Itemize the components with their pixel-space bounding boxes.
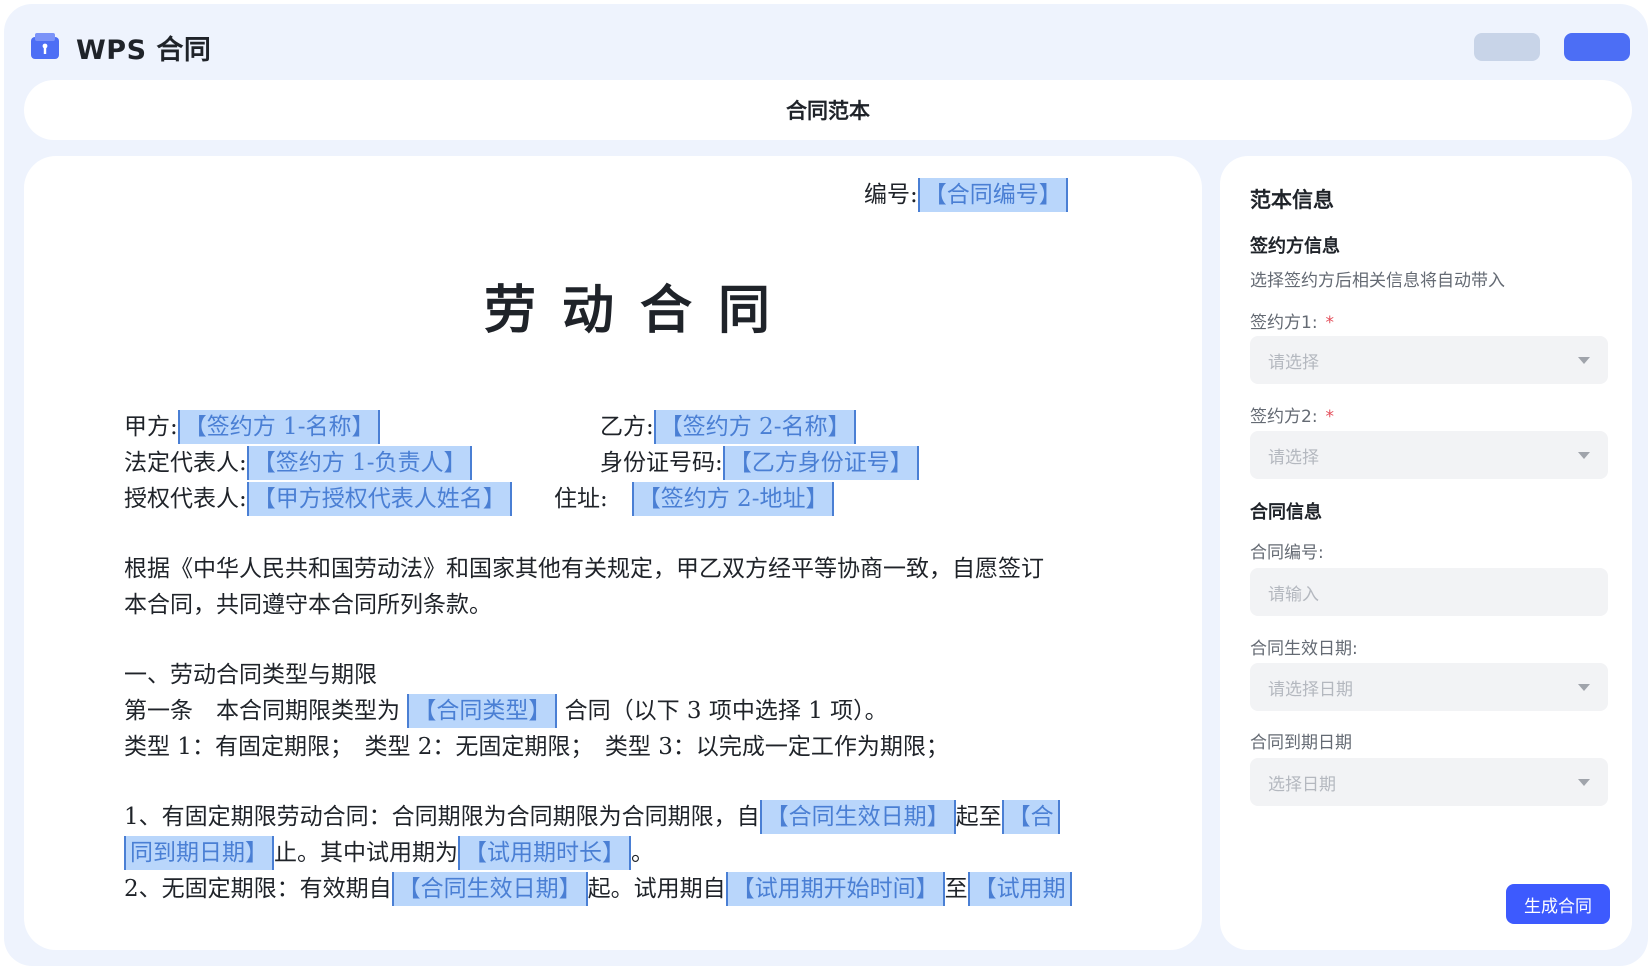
contract-logo-icon [31, 33, 59, 59]
contract-number-label: 合同编号: [1250, 543, 1324, 563]
tab-contract-template[interactable]: 合同范本 [786, 95, 870, 125]
item-2-to: 至 [944, 876, 968, 902]
effective-date-field[interactable]: 【合同生效日期】 [759, 800, 956, 834]
signer-2-label-text: 签约方2: [1250, 407, 1318, 427]
contract-number-field[interactable]: 【合同编号】 [917, 178, 1068, 212]
legal-rep-line: 法定代表人: 【签约方 1-负责人】 [124, 446, 473, 480]
primary-action-button[interactable] [1564, 33, 1630, 61]
required-mark: * [1325, 313, 1335, 333]
signer-section-title: 签约方信息 [1250, 236, 1340, 257]
address-field[interactable]: 【签约方 2-地址】 [631, 482, 835, 516]
item-1-end: 止。其中试用期为 [274, 840, 458, 866]
id-number-line: 身份证号码: 【乙方身份证号】 [600, 446, 919, 480]
app-title: WPS 合同 [76, 35, 212, 66]
types-line: 类型 1：有固定期限； 类型 2：无固定期限； 类型 3：以完成一定工作为期限； [124, 734, 949, 760]
number-label: 编号: [864, 182, 918, 208]
expiry-date-placeholder: 选择日期 [1268, 774, 1336, 795]
auth-rep-field[interactable]: 【甲方授权代表人姓名】 [246, 482, 512, 516]
article-1-line: 第一条 本合同期限类型为 【合同类型】 合同（以下 3 项中选择 1 项）。 [124, 694, 888, 728]
party-a-label: 甲方: [124, 414, 178, 440]
item-2-line: 2、无固定期限：有效期自 【合同生效日期】 起。试用期自 【试用期开始时间】至【试用期 [124, 872, 1072, 906]
expiry-date-field-start[interactable]: 【合 [1001, 800, 1060, 834]
expiry-date-picker[interactable]: 选择日期 [1250, 758, 1608, 806]
party-b-label: 乙方: [600, 414, 654, 440]
contract-document: 编号: 【合同编号】 劳动合同 甲方: 【签约方 1-名称】 乙方: 【签约方 2-名… [24, 156, 1202, 950]
panel-title: 范本信息 [1250, 188, 1334, 212]
section-heading: 一、劳动合同类型与期限 [124, 662, 377, 688]
effective-date-placeholder: 请选择日期 [1268, 679, 1353, 700]
item-1-line-1: 1、有固定期限劳动合同：合同期限为合同期限为合同期限，自 【合同生效日期】 起至 【合 [124, 800, 1060, 834]
item-2-mid: 起。试用期自 [587, 876, 726, 902]
signer-1-label-text: 签约方1: [1250, 313, 1318, 333]
effective-date-picker[interactable]: 请选择日期 [1250, 663, 1608, 711]
signer-1-label: 签约方1: * [1250, 308, 1334, 333]
chevron-down-icon [1578, 451, 1590, 459]
id-number-field[interactable]: 【乙方身份证号】 [722, 446, 919, 480]
generate-contract-button[interactable]: 生成合同 [1506, 884, 1610, 924]
item-2-effective-date-field[interactable]: 【合同生效日期】 [391, 872, 588, 906]
chevron-down-icon [1578, 683, 1590, 691]
required-mark: * [1325, 407, 1335, 427]
auth-rep-line: 授权代表人: 【甲方授权代表人姓名】 [124, 482, 512, 516]
signer-1-placeholder: 请选择 [1268, 352, 1319, 373]
legal-rep-field[interactable]: 【签约方 1-负责人】 [246, 446, 473, 480]
signer-1-select[interactable]: 请选择 [1250, 336, 1608, 384]
effective-date-label: 合同生效日期: [1250, 639, 1358, 659]
item-2-prefix: 2、无固定期限：有效期自 [124, 876, 392, 902]
signer-hint: 选择签约方后相关信息将自动带入 [1250, 271, 1505, 291]
party-b-line: 乙方: 【签约方 2-名称】 [600, 410, 857, 444]
party-a-field[interactable]: 【签约方 1-名称】 [177, 410, 381, 444]
chevron-down-icon [1578, 356, 1590, 364]
contract-number-line: 编号: 【合同编号】 [864, 178, 1068, 212]
signer-2-select[interactable]: 请选择 [1250, 431, 1608, 479]
contract-section-title: 合同信息 [1250, 502, 1322, 523]
article-1-suffix: 合同（以下 3 项中选择 1 项）。 [564, 698, 888, 724]
address-line: 住址: 【签约方 2-地址】 [554, 482, 835, 516]
preamble-line-2: 本合同，共同遵守本合同所列条款。 [124, 592, 492, 618]
id-number-label: 身份证号码: [600, 450, 723, 476]
article-1-prefix: 第一条 本合同期限类型为 [124, 698, 400, 724]
app-window: WPS 合同 合同范本 编号: 【合同编号】 劳动合同 甲方: 【签约方 1-名称】… [4, 4, 1648, 966]
probation-start-field[interactable]: 【试用期开始时间】 [725, 872, 945, 906]
chevron-down-icon [1578, 778, 1590, 786]
probation-length-field[interactable]: 【试用期时长】 [458, 836, 631, 870]
item-1-mid: 起至 [955, 804, 1002, 830]
probation-end-field[interactable]: 【试用期 [967, 872, 1072, 906]
contract-number-placeholder: 请输入 [1268, 584, 1319, 605]
expiry-date-field-end[interactable]: 同到期日期】 [124, 836, 274, 870]
tab-bar: 合同范本 [24, 80, 1632, 140]
item-1-period: 。 [631, 840, 654, 866]
legal-rep-label: 法定代表人: [124, 450, 247, 476]
secondary-action-button[interactable] [1474, 33, 1540, 61]
template-info-panel: 范本信息 签约方信息 选择签约方后相关信息将自动带入 签约方1: * 请选择 签约… [1220, 156, 1632, 950]
item-1-prefix: 1、有固定期限劳动合同：合同期限为合同期限为合同期限，自 [124, 804, 760, 830]
item-1-line-2: 同到期日期】 止。其中试用期为 【试用期时长】。 [124, 836, 654, 870]
top-bar: WPS 合同 [4, 4, 1648, 82]
contract-number-input[interactable]: 请输入 [1250, 568, 1608, 616]
signer-2-placeholder: 请选择 [1268, 447, 1319, 468]
document-title: 劳动合同 [484, 280, 797, 341]
address-label: 住址: [554, 486, 608, 512]
party-a-line: 甲方: 【签约方 1-名称】 [124, 410, 381, 444]
document-panel[interactable]: 编号: 【合同编号】 劳动合同 甲方: 【签约方 1-名称】 乙方: 【签约方 2-名… [24, 156, 1202, 950]
party-b-field[interactable]: 【签约方 2-名称】 [653, 410, 857, 444]
signer-2-label: 签约方2: * [1250, 402, 1334, 427]
expiry-date-label: 合同到期日期 [1250, 733, 1352, 753]
preamble-line-1: 根据《中华人民共和国劳动法》和国家其他有关规定，甲乙双方经平等协商一致，自愿签订 [124, 556, 1044, 582]
contract-type-field[interactable]: 【合同类型】 [407, 694, 558, 728]
auth-rep-label: 授权代表人: [124, 486, 247, 512]
